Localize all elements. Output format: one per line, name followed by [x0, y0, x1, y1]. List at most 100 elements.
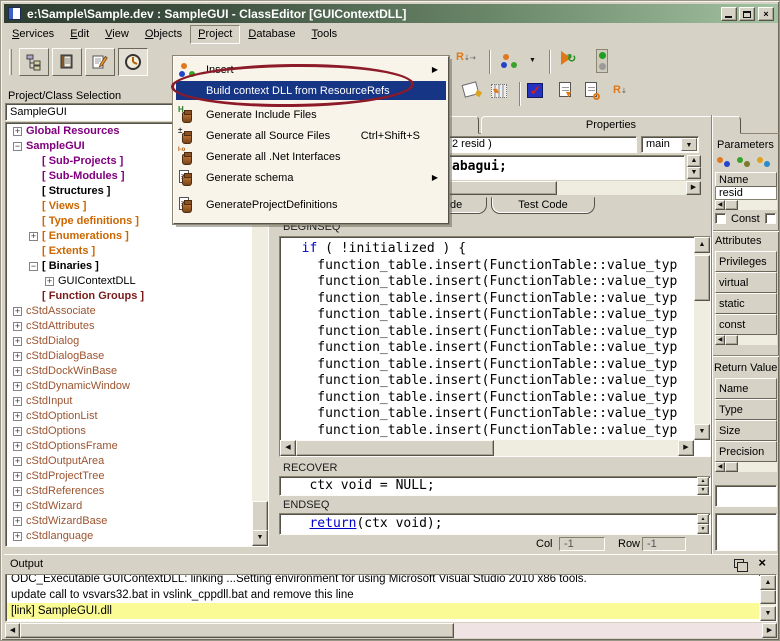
param-grid-scrollbar[interactable]: ◀ — [715, 200, 777, 210]
tab-properties[interactable]: Properties — [481, 116, 741, 134]
menubar-item-tools[interactable]: Tools — [303, 25, 345, 44]
expand-icon[interactable]: + — [13, 397, 22, 406]
resolve-references-button[interactable]: R⇣⇢ — [456, 51, 476, 63]
tree-item-cstdconfigurationwizard[interactable]: +cStdConfigurationWizard — [7, 544, 251, 546]
expand-icon[interactable]: + — [13, 487, 22, 496]
expand-icon[interactable]: + — [29, 232, 38, 241]
attribute-scrollbar[interactable]: ◀ — [715, 335, 777, 345]
close-button[interactable]: × — [758, 7, 774, 21]
scroll-down-icon[interactable]: ▼ — [697, 524, 709, 534]
scroll-left-icon[interactable]: ◀ — [715, 200, 725, 210]
recover-scroll[interactable]: ▲ ▼ — [697, 477, 709, 495]
server-status-button[interactable] — [596, 49, 608, 73]
tree-item-extents[interactable]: [ Extents ] — [7, 244, 251, 259]
documentation-button[interactable] — [52, 48, 82, 76]
scroll-down-icon[interactable]: ▼ — [694, 424, 710, 440]
expand-icon[interactable]: + — [13, 337, 22, 346]
declaration-scroll[interactable]: ▲ ▼ — [687, 155, 701, 179]
code-vscrollbar[interactable]: ▲ ▼ — [694, 237, 710, 440]
toolbar-grip[interactable] — [9, 49, 12, 75]
output-line[interactable]: update call to vsvars32.bat in vslink_cp… — [7, 587, 759, 603]
tree-item-cstddialog[interactable]: +cStdDialog — [7, 334, 251, 349]
output-line[interactable]: ODC_Executable GUIContextDLL: linking ..… — [7, 574, 759, 587]
edit-button[interactable] — [85, 48, 115, 76]
deploy-button[interactable] — [463, 83, 478, 96]
expand-icon[interactable]: + — [13, 367, 22, 376]
scroll-right-icon[interactable]: ▶ — [686, 181, 701, 195]
return-value-size[interactable]: Size — [715, 420, 777, 441]
recover-code-editor[interactable]: ctx void = NULL; ▲ ▼ — [279, 476, 711, 496]
hscroll-thumb[interactable] — [20, 623, 454, 638]
attribute-static[interactable]: static — [715, 293, 777, 314]
relations-dropdown-button[interactable]: ▼ — [529, 57, 536, 64]
search-document-button[interactable] — [585, 82, 597, 97]
mini-thumb[interactable] — [725, 335, 738, 345]
beginseq-code-editor[interactable]: if ( !initialized ) { function_table.ins… — [279, 236, 711, 457]
right-panel-field-1[interactable] — [715, 485, 777, 507]
scroll-down-icon[interactable]: ▼ — [697, 486, 709, 495]
maximize-button[interactable] — [739, 7, 755, 21]
endseq-code-editor[interactable]: return(ctx void); ▲ ▼ — [279, 513, 711, 535]
output-line-selected[interactable]: [link] SampleGUI.dll — [7, 603, 759, 619]
tree-item-cstdoptionsframe[interactable]: +cStdOptionsFrame — [7, 439, 251, 454]
tree-item-cstdlanguage[interactable]: +cStdlanguage — [7, 529, 251, 544]
expand-icon[interactable]: + — [13, 412, 22, 421]
expand-icon[interactable]: + — [13, 307, 22, 316]
output-hscrollbar[interactable]: ◀ ▶ — [5, 623, 777, 638]
menu-item-generate-all-source-files[interactable]: ±Generate all Source FilesCtrl+Shift+S — [176, 126, 446, 145]
code-hscrollbar[interactable]: ◀ ▶ — [280, 440, 694, 456]
menubar-item-objects[interactable]: Objects — [137, 25, 190, 44]
dock-icon[interactable] — [734, 559, 744, 568]
return-value-name[interactable]: Name — [715, 378, 777, 399]
attribute-const[interactable]: const — [715, 314, 777, 335]
scroll-up-icon[interactable]: ▲ — [697, 514, 709, 524]
parameters-toolbar[interactable] — [717, 155, 777, 167]
tree-item-cstddockwinbase[interactable]: +cStdDockWinBase — [7, 364, 251, 379]
expand-icon[interactable]: + — [13, 442, 22, 451]
tree-item-cstdinput[interactable]: +cStdInput — [7, 394, 251, 409]
expand-icon[interactable]: + — [13, 427, 22, 436]
expand-icon[interactable]: + — [13, 502, 22, 511]
second-checkbox[interactable] — [765, 213, 776, 224]
vscroll-thumb[interactable] — [694, 255, 710, 301]
endseq-scroll[interactable]: ▲ ▼ — [697, 514, 709, 534]
menu-item-generate-all-net-interfaces[interactable]: I-oGenerate all .Net Interfaces — [176, 147, 446, 166]
tree-item-cstdprojecttree[interactable]: +cStdProjectTree — [7, 469, 251, 484]
menubar-item-database[interactable]: Database — [240, 25, 303, 44]
mini-thumb[interactable] — [725, 462, 738, 472]
scroll-down-icon[interactable]: ▼ — [252, 530, 268, 546]
tree-item-cstdwizard[interactable]: +cStdWizard — [7, 499, 251, 514]
scroll-left-icon[interactable]: ◀ — [5, 623, 20, 638]
tree-item-binaries[interactable]: −[ Binaries ] — [7, 259, 251, 274]
expand-icon[interactable]: + — [13, 352, 22, 361]
scroll-down-icon[interactable]: ▼ — [687, 167, 701, 179]
expand-icon[interactable]: + — [13, 532, 22, 541]
panel-splitter[interactable] — [711, 115, 713, 554]
collapse-icon[interactable]: − — [13, 142, 22, 151]
menu-item-insert[interactable]: Insert▶ — [176, 60, 446, 79]
tree-item-cstdwizardbase[interactable]: +cStdWizardBase — [7, 514, 251, 529]
param-name-header[interactable]: Name — [715, 172, 777, 187]
tree-item-cstddynamicwindow[interactable]: +cStdDynamicWindow — [7, 379, 251, 394]
expand-icon[interactable]: + — [13, 127, 22, 136]
return-value-scrollbar[interactable]: ◀ — [715, 462, 777, 472]
menu-item-generate-include-files[interactable]: HGenerate Include Files — [176, 105, 446, 124]
minimize-button[interactable] — [721, 7, 737, 21]
scroll-left-icon[interactable]: ◀ — [715, 335, 725, 345]
scope-combo[interactable]: main ▼ — [641, 136, 699, 153]
tree-item-cstddialogbase[interactable]: +cStdDialogBase — [7, 349, 251, 364]
menu-item-generateprojectdefinitions[interactable]: GenerateProjectDefinitions — [176, 195, 446, 214]
scroll-up-icon[interactable]: ▲ — [697, 477, 709, 486]
run-build-button[interactable]: ↻ — [561, 51, 576, 65]
menubar-item-view[interactable]: View — [97, 25, 137, 44]
combo-dropdown-button[interactable]: ▼ — [681, 138, 697, 151]
tree-scrollbar-thumb[interactable] — [252, 501, 268, 532]
scroll-up-icon[interactable]: ▲ — [694, 237, 710, 253]
scroll-left-icon[interactable]: ◀ — [280, 440, 296, 456]
hscroll-thumb[interactable] — [296, 440, 494, 456]
scroll-right-icon[interactable]: ▶ — [678, 440, 694, 456]
menubar-item-services[interactable]: Services — [4, 25, 62, 44]
scroll-right-icon[interactable]: ▶ — [762, 623, 777, 638]
tab-test-code[interactable]: Test Code — [491, 197, 595, 214]
attribute-virtual[interactable]: virtual — [715, 272, 777, 293]
